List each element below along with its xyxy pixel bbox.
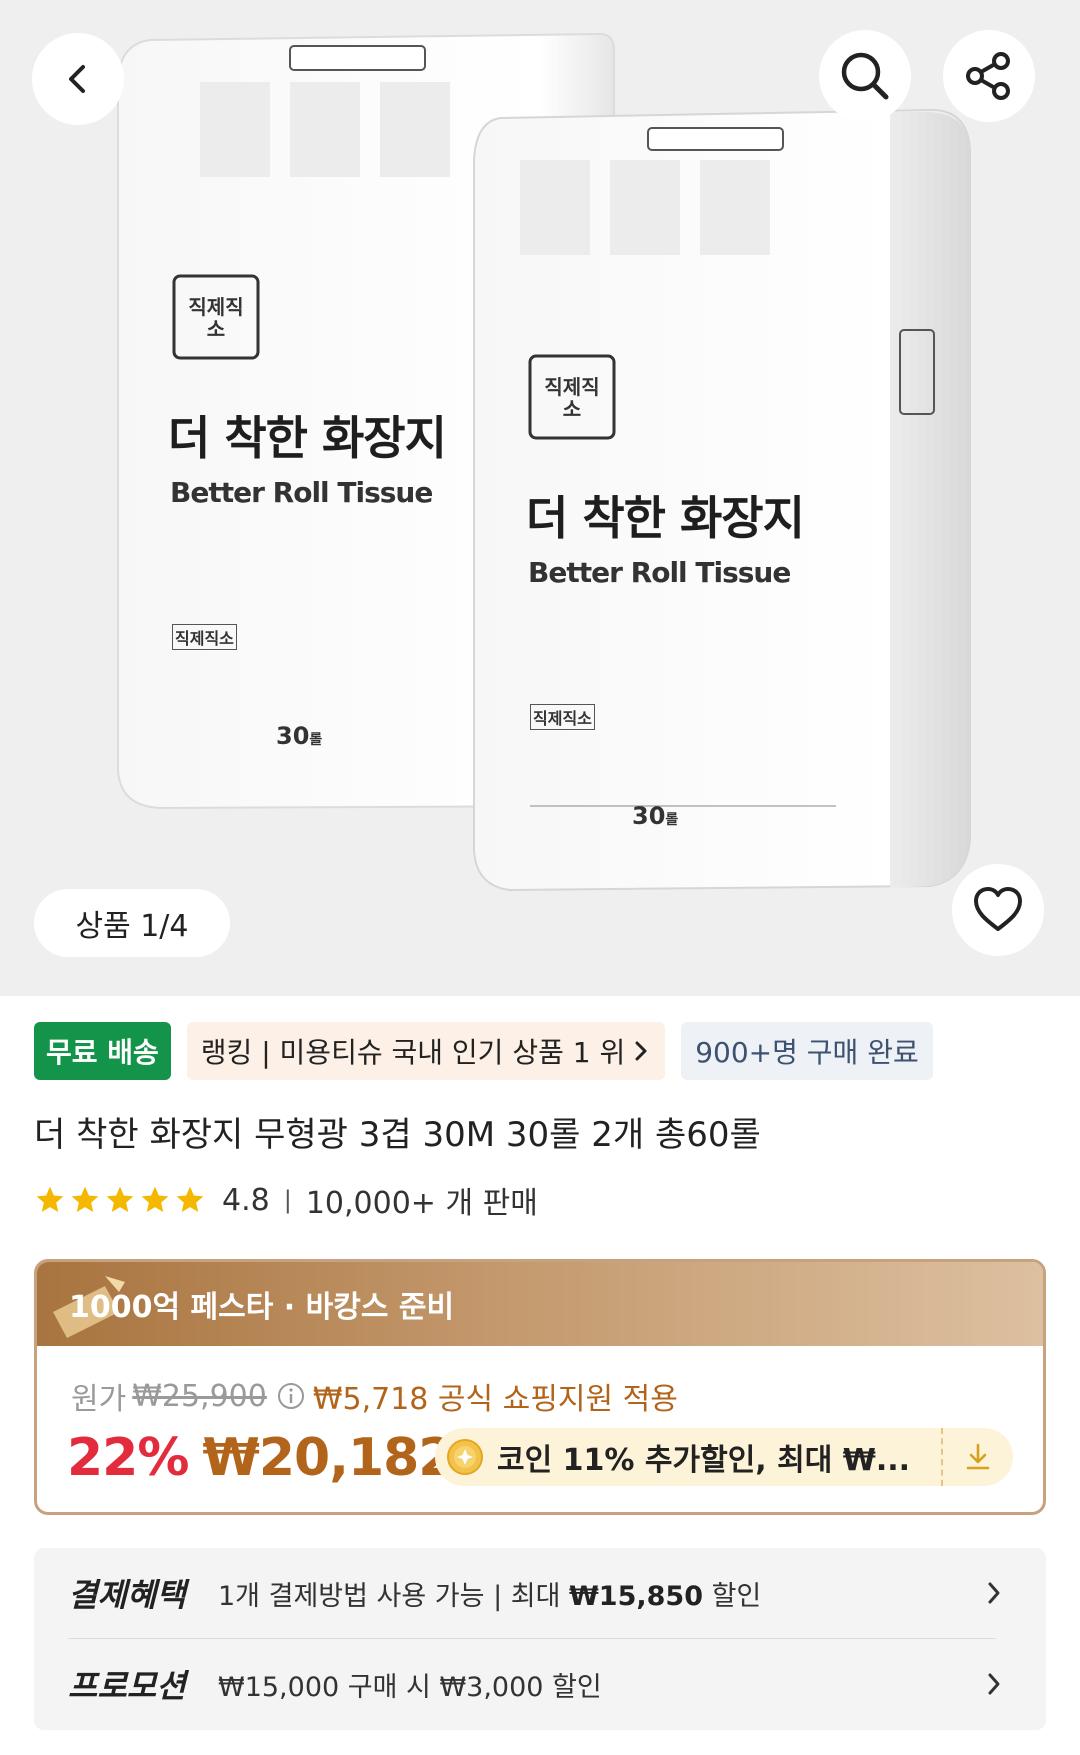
- product-image-gallery[interactable]: 직제직소 더 착한 화장지 Better Roll Tissue 직제직소 30…: [0, 0, 1080, 996]
- info-icon[interactable]: [277, 1382, 305, 1410]
- coin-discount-text: 코인 11% 추가할인, 최대 ₩...: [497, 1443, 911, 1478]
- ranking-text: 랭킹 | 미용티슈 국내 인기 상품 1 위: [200, 1036, 626, 1069]
- chevron-right-icon: [635, 1041, 647, 1061]
- back-package-brand: 직제직소: [172, 624, 237, 650]
- original-price: ₩25,900: [132, 1378, 267, 1414]
- star-rating: [34, 1184, 206, 1216]
- rating-row[interactable]: 4.8 | 10,000+ 개 판매: [34, 1180, 538, 1221]
- sale-price: ₩20,182: [202, 1428, 454, 1488]
- search-icon: [841, 52, 889, 100]
- badge-row: 무료 배송 랭킹 | 미용티슈 국내 인기 상품 1 위 900+명 구매 완료: [34, 1022, 933, 1080]
- promo-banner[interactable]: 1000억 페스타 · 바캉스 준비: [37, 1262, 1043, 1346]
- chevron-left-icon: [69, 65, 85, 93]
- payment-benefit-text: 1개 결제방법 사용 가능 | 최대 ₩15,850 할인: [218, 1580, 762, 1612]
- front-package-name-en: Better Roll Tissue: [528, 556, 791, 589]
- price-card: 1000억 페스타 · 바캉스 준비 원가 ₩25,900 ₩5,718 공식 …: [34, 1259, 1046, 1515]
- like-button[interactable]: [952, 864, 1044, 956]
- sale-price-row: 22% ₩20,182: [67, 1424, 455, 1492]
- heart-icon: [974, 887, 1022, 931]
- star-icon: [176, 1186, 204, 1212]
- free-shipping-badge: 무료 배송: [34, 1022, 171, 1080]
- coin-icon: [447, 1439, 483, 1475]
- star-icon: [36, 1186, 64, 1212]
- share-icon: [966, 52, 1010, 100]
- coupon-download-button[interactable]: [941, 1428, 1013, 1486]
- original-price-label: 원가: [71, 1382, 127, 1417]
- front-package-logo: 직제직소: [544, 375, 600, 421]
- promotion-label: 프로모션: [68, 1667, 186, 1705]
- star-icon: [141, 1186, 169, 1212]
- back-package-name-en: Better Roll Tissue: [170, 476, 433, 509]
- payment-benefit-row[interactable]: 결제혜택 1개 결제방법 사용 가능 | 최대 ₩15,850 할인: [34, 1548, 1046, 1638]
- image-counter: 상품 1/4: [34, 889, 230, 957]
- search-button[interactable]: [819, 30, 911, 122]
- ranking-badge[interactable]: 랭킹 | 미용티슈 국내 인기 상품 1 위: [186, 1022, 666, 1080]
- benefits-panel: 결제혜택 1개 결제방법 사용 가능 | 최대 ₩15,850 할인 프로모션 …: [34, 1548, 1046, 1730]
- front-package-count: 30롤: [632, 802, 679, 830]
- promotion-row[interactable]: 프로모션 ₩15,000 구매 시 ₩3,000 할인: [34, 1639, 1046, 1729]
- purchase-count-badge: 900+명 구매 완료: [681, 1022, 933, 1080]
- download-icon: [966, 1443, 990, 1470]
- discount-rate: 22%: [67, 1428, 189, 1488]
- back-package-count: 30롤: [276, 722, 323, 750]
- sold-count: 10,000+ 개 판매: [305, 1186, 538, 1221]
- chevron-right-icon: [988, 1582, 1000, 1604]
- star-icon: [71, 1186, 99, 1212]
- original-price-row: 원가 ₩25,900 ₩5,718 공식 쇼핑지원 적용: [71, 1374, 678, 1418]
- shopping-support-text: ₩5,718 공식 쇼핑지원 적용: [312, 1382, 678, 1417]
- back-package-logo: 직제직소: [188, 295, 244, 341]
- rating-separator: |: [283, 1186, 292, 1214]
- front-package-brand: 직제직소: [530, 704, 595, 730]
- front-package-name: 더 착한 화장지: [526, 491, 805, 545]
- back-button[interactable]: [32, 33, 124, 125]
- promotion-text: ₩15,000 구매 시 ₩3,000 할인: [218, 1671, 602, 1703]
- share-button[interactable]: [943, 30, 1035, 122]
- product-title: 더 착한 화장지 무형광 3겹 30M 30롤 2개 총60롤: [34, 1115, 761, 1155]
- rating-value: 4.8: [222, 1182, 270, 1218]
- back-package-name: 더 착한 화장지: [168, 411, 447, 465]
- coin-discount-pill[interactable]: 코인 11% 추가할인, 최대 ₩...: [435, 1428, 1013, 1486]
- star-icon: [106, 1186, 134, 1212]
- chevron-right-icon: [988, 1673, 1000, 1695]
- payment-benefit-label: 결제혜택: [68, 1576, 186, 1614]
- promo-title: 1000억 페스타 · 바캉스 준비: [69, 1290, 455, 1325]
